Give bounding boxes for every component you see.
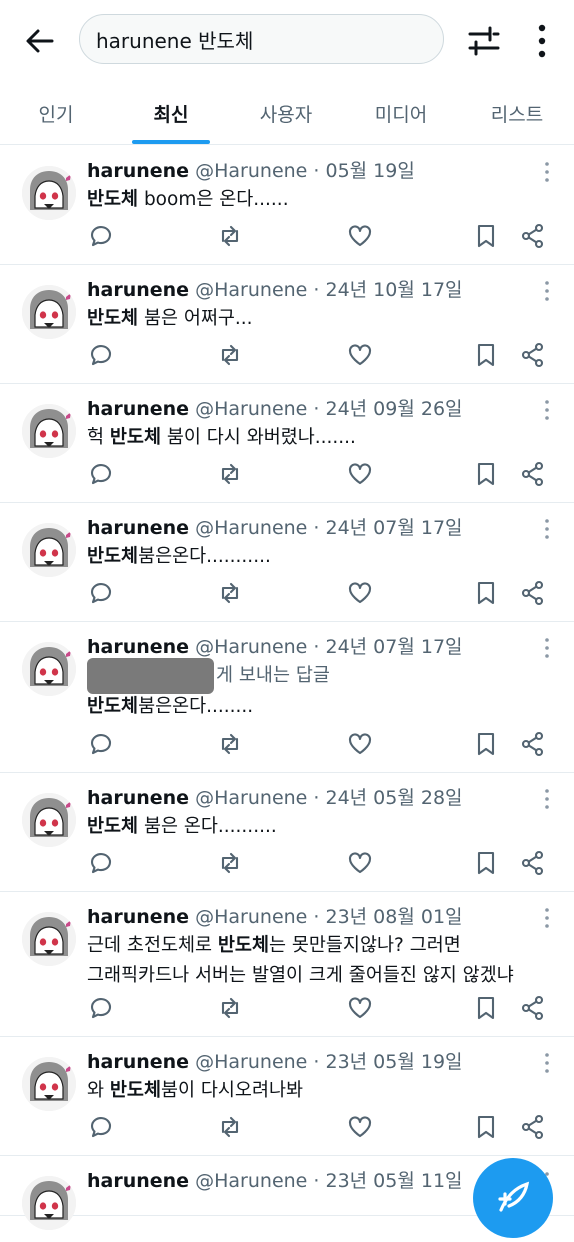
bookmark-icon[interactable] — [473, 580, 499, 606]
post-text: 와 반도체붐이 다시오려나봐 — [87, 1080, 304, 1101]
share-icon[interactable] — [520, 731, 546, 757]
post-card[interactable]: harunene @Harunene · 23년 08월 01일 근데 초전도체로… — [0, 892, 574, 1037]
tab-popular[interactable]: 인기 — [0, 82, 112, 144]
search-term-highlight: 반도체 — [87, 546, 139, 567]
search-term-highlight: 반도체 — [109, 427, 161, 448]
post-actions — [0, 622, 574, 757]
bookmark-icon[interactable] — [473, 731, 499, 757]
tab-media[interactable]: 미디어 — [342, 82, 460, 144]
like-heart-icon[interactable] — [347, 850, 373, 876]
search-term-highlight: 반도체 — [87, 189, 139, 210]
post-actions — [0, 892, 574, 1021]
search-term-highlight: 반도체 — [87, 308, 139, 329]
reply-icon[interactable] — [88, 850, 114, 876]
share-icon[interactable] — [520, 580, 546, 606]
post-text: 반도체붐은온다........... — [87, 546, 271, 567]
tab-latest[interactable]: 최신 — [112, 82, 230, 144]
search-query: harunene 반도체 — [96, 28, 254, 53]
retweet-icon[interactable] — [217, 1114, 243, 1140]
redacted-username — [87, 658, 214, 694]
bookmark-icon[interactable] — [473, 223, 499, 249]
post-card[interactable]: harunene @Harunene · 24년 10월 17일 반도체 붐은 어… — [0, 265, 574, 384]
share-icon[interactable] — [520, 223, 546, 249]
search-term-highlight: 반도체 — [109, 1080, 161, 1101]
like-heart-icon[interactable] — [347, 731, 373, 757]
reply-icon[interactable] — [88, 731, 114, 757]
share-icon[interactable] — [520, 995, 546, 1021]
bookmark-icon[interactable] — [473, 342, 499, 368]
retweet-icon[interactable] — [217, 580, 243, 606]
compose-icon — [498, 1181, 530, 1212]
reply-context: 게 보내는 답글 — [87, 658, 330, 694]
post-card[interactable]: harunene @Harunene · 24년 07월 17일 반도체붐은온다.… — [0, 503, 574, 622]
like-heart-icon[interactable] — [347, 995, 373, 1021]
search-input[interactable]: harunene 반도체 — [79, 14, 444, 64]
reply-icon[interactable] — [88, 1114, 114, 1140]
reply-icon[interactable] — [88, 461, 114, 487]
post-text: 반도체 붐은 온다.......... — [87, 816, 277, 837]
retweet-icon[interactable] — [217, 850, 243, 876]
search-term-highlight: 반도체 — [217, 935, 269, 956]
post-text: 근데 초전도체로 반도체는 못만들지않나? 그러면 — [87, 935, 461, 956]
back-arrow-icon[interactable] — [22, 24, 56, 58]
post-text: 헉 반도체 붐이 다시 와버렸나....... — [87, 427, 356, 448]
bookmark-icon[interactable] — [473, 461, 499, 487]
post-card[interactable]: harunene @Harunene · 05월 19일 반도체 boom은 온다… — [0, 146, 574, 265]
search-term-highlight: 반도체 — [87, 696, 139, 717]
like-heart-icon[interactable] — [347, 1114, 373, 1140]
post-header: harunene @Harunene · 23년 05월 11일 — [87, 1166, 463, 1193]
retweet-icon[interactable] — [217, 223, 243, 249]
bookmark-icon[interactable] — [473, 850, 499, 876]
avatar[interactable] — [22, 1176, 76, 1230]
handle-and-date: @Harunene · 23년 05월 11일 — [195, 1170, 463, 1192]
like-heart-icon[interactable] — [347, 580, 373, 606]
like-heart-icon[interactable] — [347, 461, 373, 487]
top-bar: harunene 반도체 — [0, 0, 574, 82]
like-heart-icon[interactable] — [347, 223, 373, 249]
post-card[interactable]: harunene @Harunene · 23년 05월 19일 와 반도체붐이 … — [0, 1037, 574, 1156]
retweet-icon[interactable] — [217, 731, 243, 757]
like-heart-icon[interactable] — [347, 342, 373, 368]
tab-people[interactable]: 사용자 — [230, 82, 342, 144]
post-actions — [0, 384, 574, 487]
post-text: 반도체붐은온다........ — [87, 696, 254, 717]
reply-icon[interactable] — [88, 995, 114, 1021]
post-actions — [0, 265, 574, 368]
post-card[interactable]: harunene @Harunene · 24년 05월 28일 반도체 붐은 온… — [0, 773, 574, 892]
post-actions — [0, 1037, 574, 1140]
post-card[interactable]: harunene @Harunene · 24년 07월 17일 게 보내는 답글… — [0, 622, 574, 773]
bookmark-icon[interactable] — [473, 995, 499, 1021]
post-text-line-2: 그래픽카드나 서버는 발열이 크게 줄어들진 않지 않겠냐 — [87, 965, 514, 986]
share-icon[interactable] — [520, 850, 546, 876]
post-actions — [0, 146, 574, 249]
share-icon[interactable] — [520, 461, 546, 487]
compose-button[interactable] — [473, 1158, 553, 1238]
share-icon[interactable] — [520, 342, 546, 368]
filter-sliders-icon[interactable] — [466, 24, 502, 58]
display-name[interactable]: harunene — [87, 1170, 189, 1192]
search-term-highlight: 반도체 — [87, 816, 139, 837]
retweet-icon[interactable] — [217, 461, 243, 487]
post-text: 반도체 boom은 온다...... — [87, 189, 289, 210]
retweet-icon[interactable] — [217, 342, 243, 368]
reply-icon[interactable] — [88, 342, 114, 368]
bookmark-icon[interactable] — [473, 1114, 499, 1140]
search-tabs: 인기 최신 사용자 미디어 리스트 — [0, 82, 574, 145]
post-actions — [0, 773, 574, 876]
share-icon[interactable] — [520, 1114, 546, 1140]
post-card[interactable]: harunene @Harunene · 24년 09월 26일 헉 반도체 붐이… — [0, 384, 574, 503]
tab-lists[interactable]: 리스트 — [460, 82, 574, 144]
post-actions — [0, 503, 574, 606]
reply-icon[interactable] — [88, 580, 114, 606]
more-vertical-icon[interactable] — [530, 22, 554, 60]
retweet-icon[interactable] — [217, 995, 243, 1021]
reply-icon[interactable] — [88, 223, 114, 249]
active-tab-indicator — [132, 140, 210, 144]
post-text: 반도체 붐은 어쩌구... — [87, 308, 253, 329]
